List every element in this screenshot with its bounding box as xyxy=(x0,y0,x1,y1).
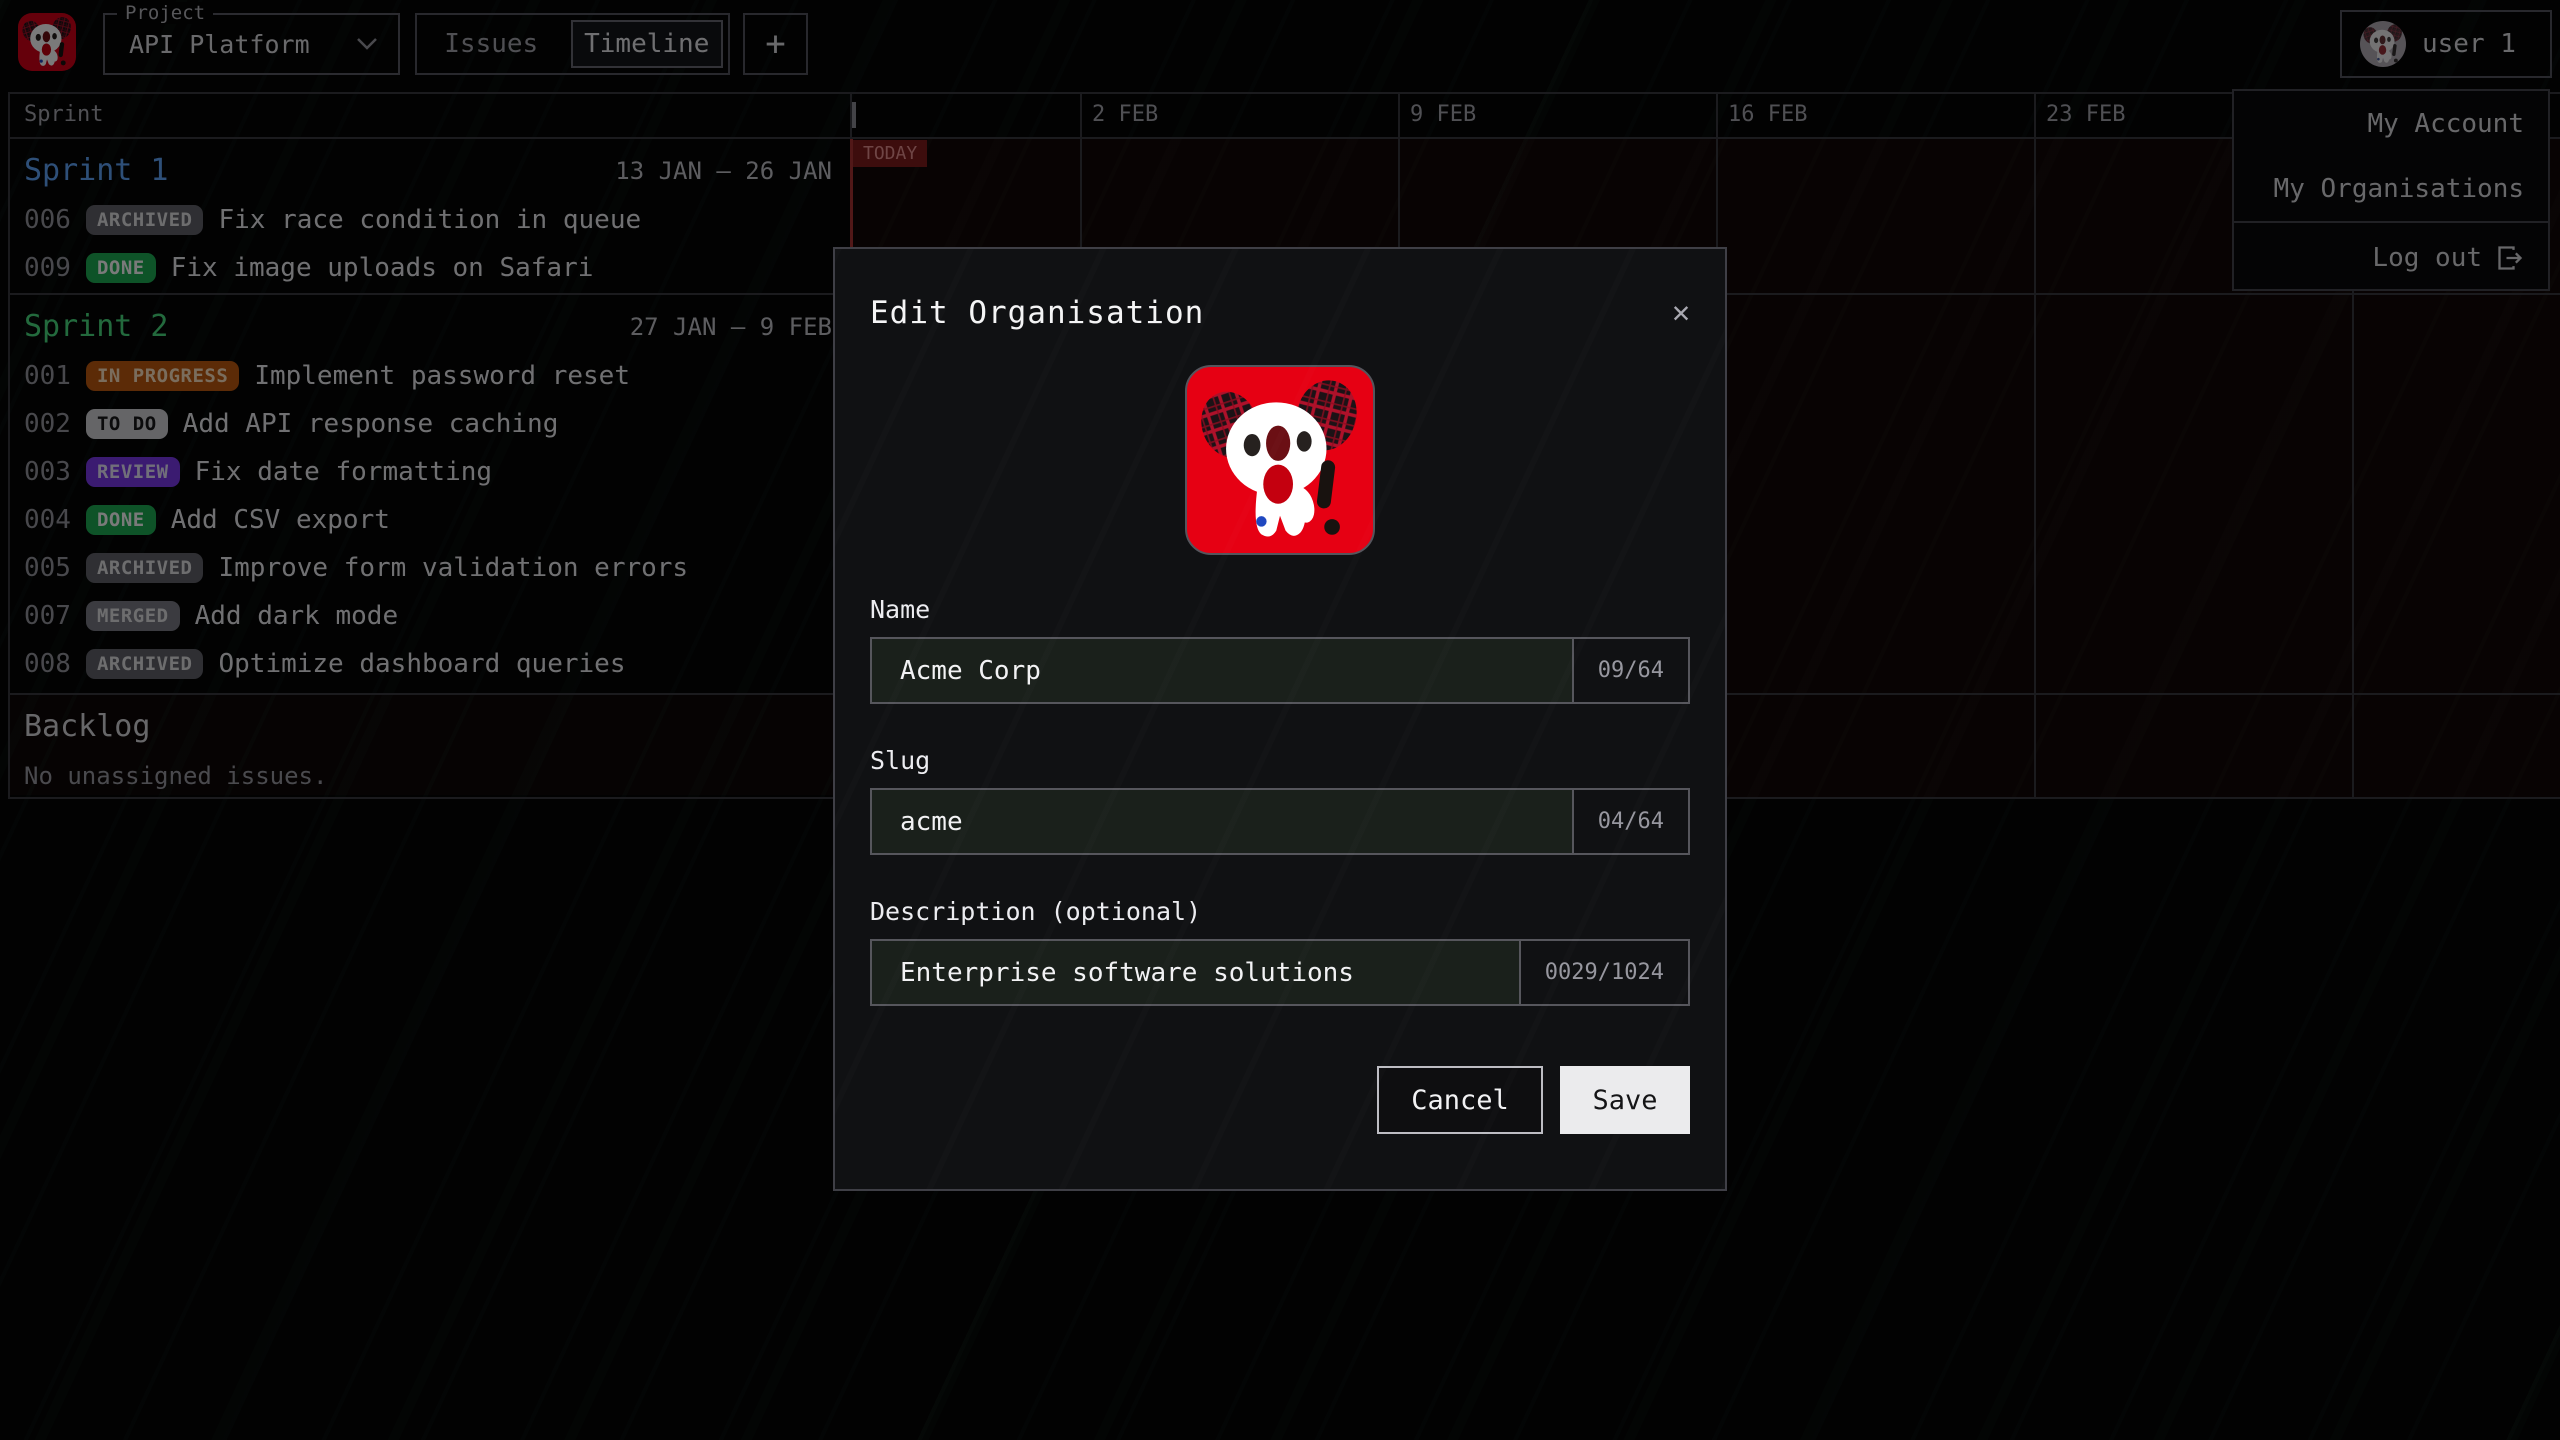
input-value: acme xyxy=(900,807,963,837)
char-counter: 0029/1024 xyxy=(1519,941,1688,1004)
field-label: Description (optional) xyxy=(870,897,1690,926)
text-input[interactable]: acme 04/64 xyxy=(870,788,1690,855)
input-area[interactable]: Enterprise software solutions xyxy=(872,941,1519,1004)
field-label: Name xyxy=(870,595,1690,624)
modal-title: Edit Organisation xyxy=(870,295,1204,331)
save-button[interactable]: Save xyxy=(1560,1066,1690,1134)
edit-organisation-modal: Edit Organisation ✕ Name Acme Corp 09/64 Sl… xyxy=(833,247,1727,1191)
input-value: Acme Corp xyxy=(900,656,1041,686)
organisation-logo xyxy=(1185,365,1375,555)
modal-header: Edit Organisation ✕ xyxy=(870,249,1690,341)
app-root: Project API Platform IssuesTimeline + us… xyxy=(0,0,2560,1440)
input-value: Enterprise software solutions xyxy=(900,958,1354,988)
input-area[interactable]: acme xyxy=(872,790,1572,853)
text-input[interactable]: Enterprise software solutions 0029/1024 xyxy=(870,939,1690,1006)
char-counter: 09/64 xyxy=(1572,639,1688,702)
char-counter: 04/64 xyxy=(1572,790,1688,853)
modal-fields: Name Acme Corp 09/64 Slug acme 04/64 Descripti… xyxy=(870,595,1690,1006)
field-label: Slug xyxy=(870,746,1690,775)
modal-footer: Cancel Save xyxy=(870,1066,1690,1134)
close-icon[interactable]: ✕ xyxy=(1672,298,1690,328)
cancel-button[interactable]: Cancel xyxy=(1377,1066,1543,1134)
text-input[interactable]: Acme Corp 09/64 xyxy=(870,637,1690,704)
input-area[interactable]: Acme Corp xyxy=(872,639,1572,702)
